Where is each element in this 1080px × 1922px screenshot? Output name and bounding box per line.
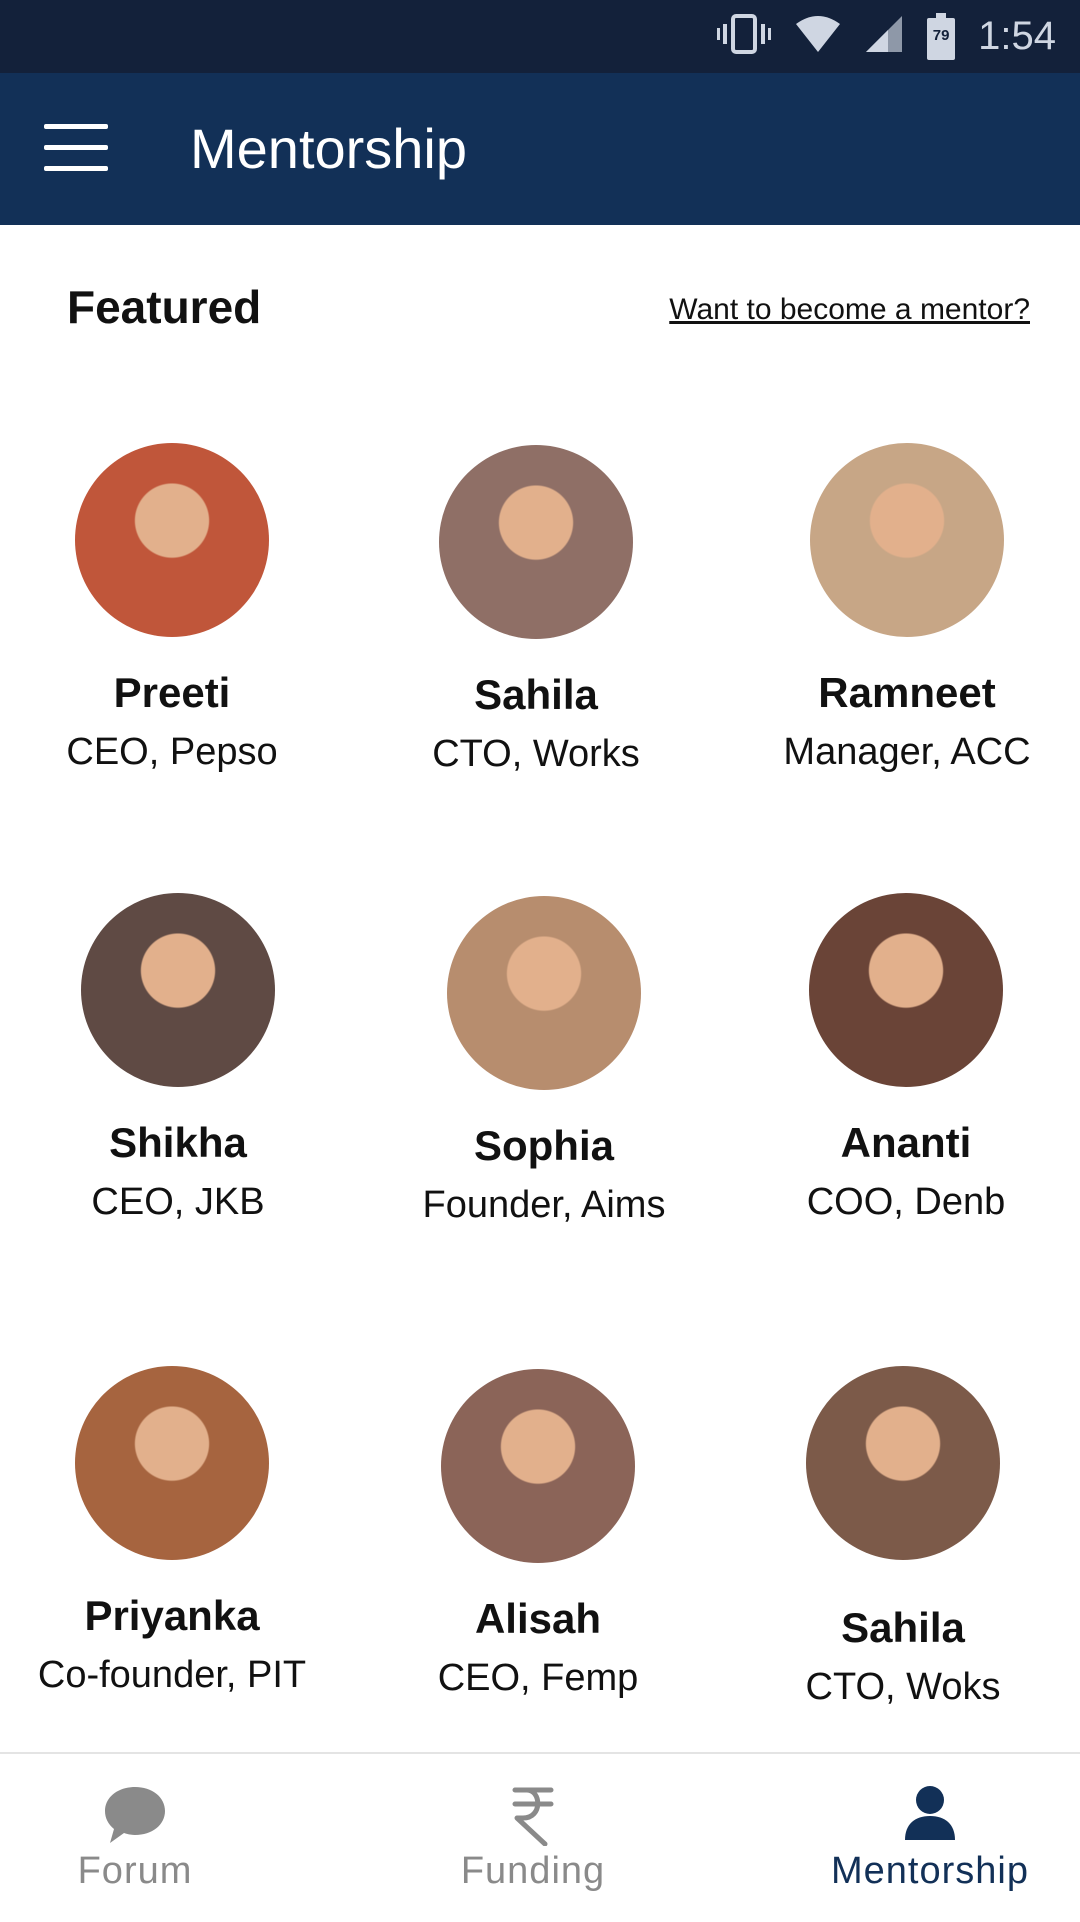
nav-item-mentorship[interactable]: Mentorship	[750, 1754, 1080, 1922]
mentor-card[interactable]: Priyanka Co-founder, PIT	[0, 1366, 352, 1698]
mentor-card[interactable]: Sahila CTO, Woks	[723, 1366, 1080, 1710]
mentor-card[interactable]: Shikha CEO, JKB	[0, 893, 358, 1225]
mentor-role: Founder, Aims	[422, 1184, 666, 1226]
nav-label: Mentorship	[831, 1850, 1029, 1892]
avatar	[809, 893, 1003, 1087]
mentor-name: Alisah	[474, 1595, 602, 1642]
mentor-name: Ramneet	[818, 669, 996, 716]
mentor-card[interactable]: Sophia Founder, Aims	[364, 896, 724, 1228]
mentor-role: Co-founder, PIT	[37, 1654, 307, 1696]
nav-item-forum[interactable]: Forum	[0, 1754, 315, 1922]
avatar	[441, 1369, 635, 1563]
mentor-card[interactable]: Alisah CEO, Femp	[358, 1369, 718, 1701]
mentor-name: Priyanka	[84, 1592, 260, 1639]
avatar	[81, 893, 275, 1087]
nav-label: Funding	[460, 1850, 606, 1892]
mentor-role: CEO, JKB	[91, 1181, 265, 1223]
mentor-role: CEO, Pepso	[66, 731, 278, 773]
mentor-role: CEO, Femp	[437, 1657, 639, 1699]
mentor-name: Sahila	[841, 1604, 965, 1651]
avatar	[75, 1366, 269, 1560]
mentor-role: CTO, Works	[432, 733, 640, 775]
nav-item-funding[interactable]: Funding	[353, 1754, 713, 1922]
mentor-name: Preeti	[113, 669, 231, 716]
nav-label: Forum	[77, 1850, 193, 1892]
mentor-card[interactable]: Sahila CTO, Works	[356, 445, 716, 777]
avatar	[810, 443, 1004, 637]
mentor-name: Sophia	[473, 1122, 614, 1169]
mentor-role: COO, Denb	[806, 1181, 1006, 1223]
avatar	[439, 445, 633, 639]
bottom-navigation: Forum Funding Mentorship	[0, 1752, 1080, 1922]
rupee-icon	[509, 1784, 557, 1851]
avatar	[806, 1366, 1000, 1560]
mentor-role: CTO, Woks	[805, 1666, 1001, 1708]
avatar	[75, 443, 269, 637]
mentor-grid: Preeti CEO, Pepso Sahila CTO, Works Ramn…	[0, 0, 1080, 1750]
chat-bubble-icon	[102, 1784, 168, 1851]
mentor-role: Manager, ACC	[783, 731, 1031, 773]
mentor-card[interactable]: Ramneet Manager, ACC	[727, 443, 1080, 775]
avatar	[447, 896, 641, 1090]
mentor-name: Sahila	[474, 671, 598, 718]
mentor-card[interactable]: Preeti CEO, Pepso	[0, 443, 352, 775]
mentor-name: Shikha	[109, 1119, 247, 1166]
mentor-name: Ananti	[840, 1119, 972, 1166]
mentor-card[interactable]: Ananti COO, Denb	[726, 893, 1080, 1225]
person-icon	[903, 1784, 957, 1847]
